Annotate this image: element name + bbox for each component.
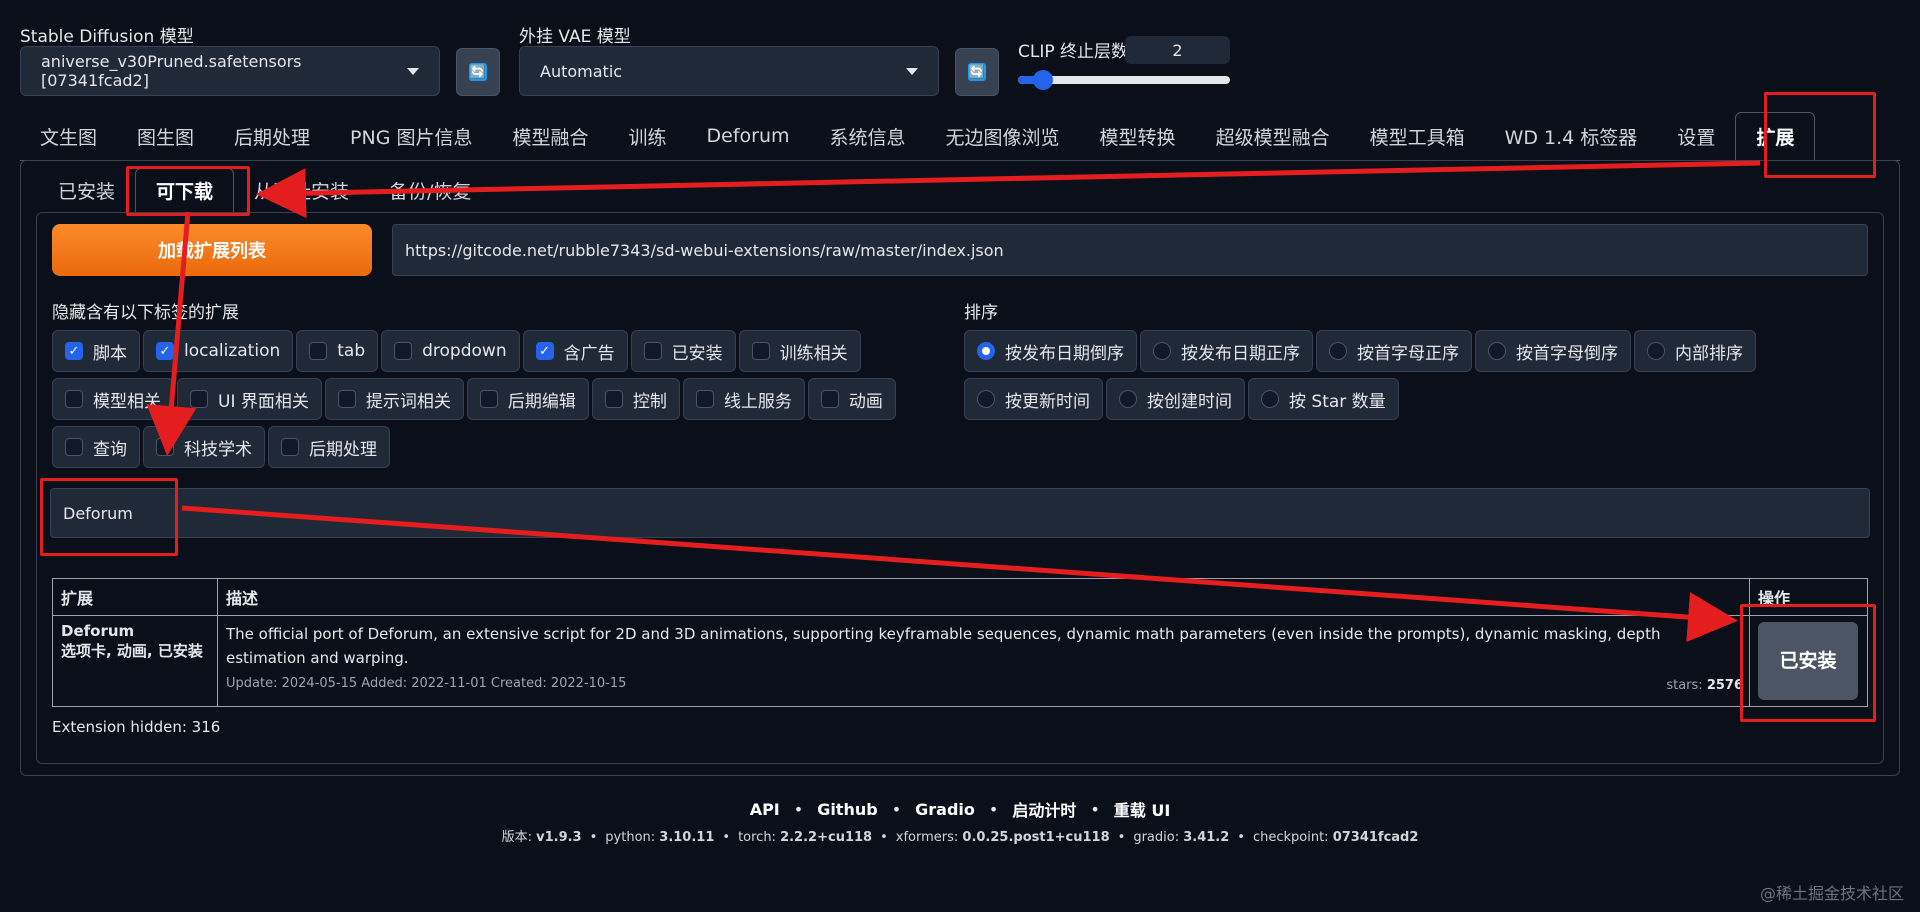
arrow-to-installed-button bbox=[181, 505, 1738, 643]
arrow-to-search bbox=[146, 211, 197, 456]
annotation-arrows bbox=[146, 160, 1761, 643]
arrow-to-available-tab bbox=[256, 160, 1761, 219]
